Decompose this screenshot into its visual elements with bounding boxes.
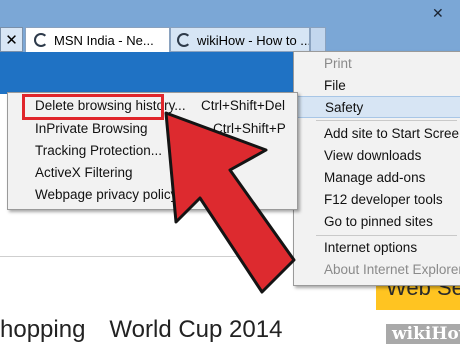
loading-icon bbox=[177, 33, 191, 47]
new-tab-button[interactable] bbox=[310, 27, 326, 52]
menu-item-add-site[interactable]: Add site to Start Screen bbox=[294, 123, 460, 145]
tab-wikihow[interactable]: wikiHow - How to ... bbox=[170, 27, 310, 52]
menu-item-label: ActiveX Filtering bbox=[35, 165, 133, 180]
window-close-icon[interactable]: ✕ bbox=[432, 6, 452, 20]
menu-item-f12-tools[interactable]: F12 developer tools bbox=[294, 189, 460, 211]
menu-item-tracking-protection[interactable]: Tracking Protection... bbox=[8, 140, 297, 162]
menu-item-label: Webpage privacy policy... bbox=[35, 187, 188, 202]
menu-item-label: Tracking Protection... bbox=[35, 143, 163, 158]
menu-separator bbox=[316, 120, 457, 121]
tab-close-icon[interactable]: ✕ bbox=[0, 27, 23, 52]
menu-item-view-downloads[interactable]: View downloads bbox=[294, 145, 460, 167]
highlight-box bbox=[22, 94, 164, 120]
menu-separator bbox=[316, 235, 457, 236]
tab-label: MSN India - Ne... bbox=[54, 33, 154, 48]
link-shopping[interactable]: hopping bbox=[0, 316, 85, 343]
menu-item-internet-options[interactable]: Internet options bbox=[294, 237, 460, 259]
footer-links: hopping World Cup 2014 bbox=[0, 316, 306, 344]
shortcut-label: Ctrl+Shift+P bbox=[213, 121, 286, 136]
menu-item-inprivate[interactable]: InPrivate Browsing Ctrl+Shift+P bbox=[8, 118, 297, 140]
menu-item-manage-addons[interactable]: Manage add-ons bbox=[294, 167, 460, 189]
shortcut-label: Ctrl+Shift+Del bbox=[201, 98, 286, 113]
tools-menu: Print File Safety Add site to Start Scre… bbox=[293, 51, 460, 286]
menu-item-privacy-policy[interactable]: Webpage privacy policy... bbox=[8, 184, 297, 206]
link-world-cup[interactable]: World Cup 2014 bbox=[109, 316, 282, 343]
menu-item-about-ie[interactable]: About Internet Explorer bbox=[294, 259, 460, 281]
tab-msn-india[interactable]: MSN India - Ne... bbox=[25, 27, 170, 52]
menu-item-activex-filtering[interactable]: ActiveX Filtering bbox=[8, 162, 297, 184]
menu-item-label: InPrivate Browsing bbox=[35, 121, 148, 136]
wikihow-watermark: wikiHow bbox=[386, 324, 460, 344]
menu-item-pinned-sites[interactable]: Go to pinned sites bbox=[294, 211, 460, 233]
tab-label: wikiHow - How to ... bbox=[197, 33, 310, 48]
menu-item-print[interactable]: Print bbox=[294, 53, 460, 75]
loading-icon bbox=[34, 33, 48, 47]
menu-item-file[interactable]: File bbox=[294, 75, 460, 97]
menu-item-safety[interactable]: Safety bbox=[294, 96, 460, 118]
